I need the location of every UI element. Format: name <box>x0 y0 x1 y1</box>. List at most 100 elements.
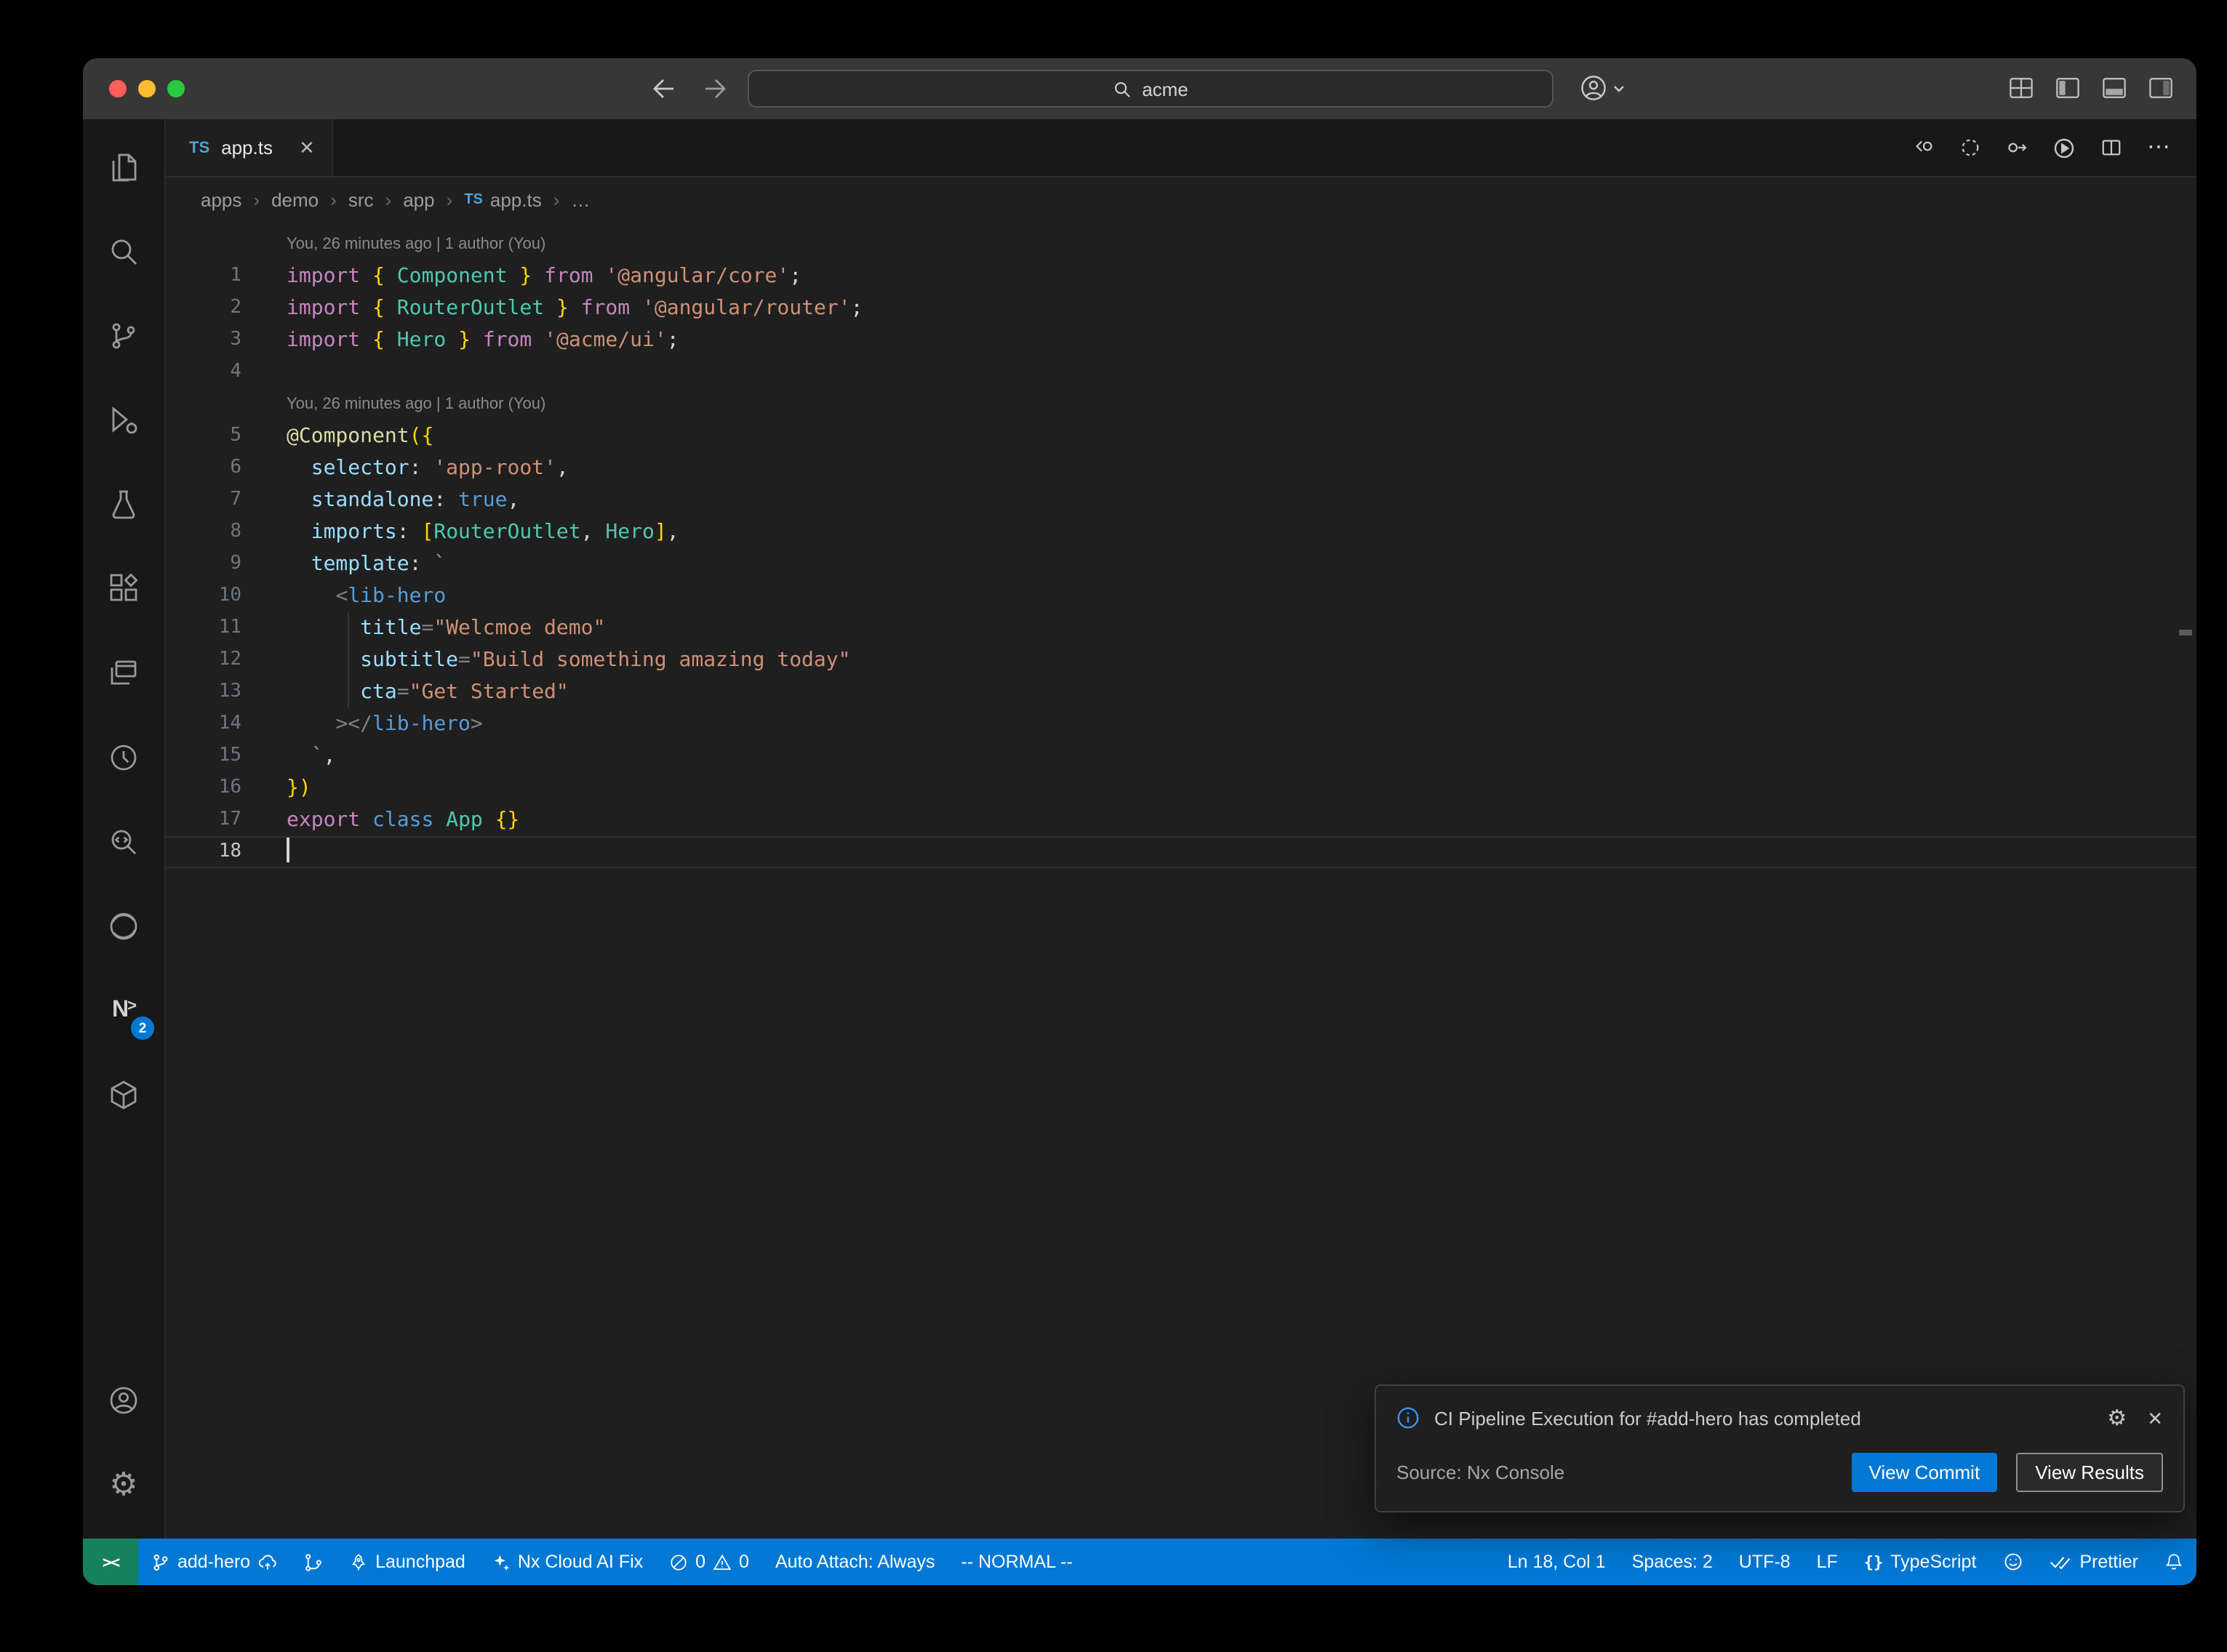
code-text[interactable]: import { Hero } from '@acme/ui'; <box>241 324 679 356</box>
line-number[interactable]: 18 <box>166 836 241 868</box>
line-number[interactable]: 17 <box>166 804 241 836</box>
line-number[interactable]: 14 <box>166 708 241 740</box>
open-graph-icon[interactable] <box>2006 137 2028 159</box>
run-file-icon[interactable] <box>2052 136 2076 159</box>
code-text[interactable]: subtitle="Build something amazing today" <box>241 644 851 676</box>
line-number[interactable]: 7 <box>166 484 241 516</box>
code-row[interactable]: 16}) <box>166 772 2196 804</box>
navigate-back-icon[interactable] <box>652 79 675 99</box>
toggle-panel-icon[interactable] <box>2102 77 2127 99</box>
code-text[interactable]: template: ` <box>241 548 446 580</box>
split-editor-icon[interactable] <box>2100 137 2122 159</box>
remote-indicator[interactable]: >< <box>83 1539 138 1585</box>
compare-revision-icon[interactable] <box>1959 137 1981 159</box>
notifications-bell-button[interactable] <box>2151 1539 2196 1585</box>
line-number[interactable]: 2 <box>166 292 241 324</box>
code-row[interactable]: 12 subtitle="Build something amazing tod… <box>166 644 2196 676</box>
view-results-button[interactable]: View Results <box>2016 1453 2163 1492</box>
code-row[interactable]: 3import { Hero } from '@acme/ui'; <box>166 324 2196 356</box>
container-tools-icon[interactable] <box>89 1053 159 1137</box>
line-number[interactable]: 1 <box>166 260 241 292</box>
auto-attach-indicator[interactable]: Auto Attach: Always <box>762 1539 948 1585</box>
code-row[interactable]: 8 imports: [RouterOutlet, Hero], <box>166 516 2196 548</box>
breadcrumb-item[interactable]: demo <box>271 189 319 211</box>
close-tab-icon[interactable]: ✕ <box>299 136 315 159</box>
toggle-secondary-sidebar-icon[interactable] <box>2148 77 2173 99</box>
extensions-icon[interactable] <box>89 547 159 631</box>
code-text[interactable]: selector: 'app-root', <box>241 452 569 484</box>
code-text[interactable]: import { Component } from '@angular/core… <box>241 260 801 292</box>
cursor-position-indicator[interactable]: Ln 18, Col 1 <box>1495 1539 1619 1585</box>
code-text[interactable]: cta="Get Started" <box>241 676 569 708</box>
code-row[interactable]: 13 cta="Get Started" <box>166 676 2196 708</box>
notification-settings-icon[interactable]: ⚙ <box>2107 1407 2127 1429</box>
settings-gear-icon[interactable]: ⚙ <box>89 1443 159 1527</box>
search-view-icon[interactable] <box>89 209 159 294</box>
line-number[interactable]: 3 <box>166 324 241 356</box>
tab-app-ts[interactable]: TS app.ts ✕ <box>166 119 334 176</box>
breadcrumb-item[interactable]: app <box>403 189 434 211</box>
toggle-primary-sidebar-icon[interactable] <box>2055 77 2080 99</box>
run-debug-icon[interactable] <box>89 378 159 462</box>
branch-indicator[interactable]: add-hero <box>138 1539 291 1585</box>
line-number[interactable]: 4 <box>166 356 241 388</box>
nx-console-icon[interactable]: N> 2 <box>89 969 159 1053</box>
line-number[interactable] <box>166 388 241 420</box>
launchpad-button[interactable]: Launchpad <box>336 1539 479 1585</box>
code-text[interactable]: standalone: true, <box>241 484 519 516</box>
navigate-forward-icon[interactable] <box>704 79 727 99</box>
commit-graph-button[interactable] <box>291 1539 336 1585</box>
editor-pane[interactable]: You, 26 minutes ago | 1 author (You)1imp… <box>166 222 2196 1539</box>
code-row[interactable]: 7 standalone: true, <box>166 484 2196 516</box>
encoding-indicator[interactable]: UTF-8 <box>1726 1539 1804 1585</box>
code-row[interactable]: 2import { RouterOutlet } from '@angular/… <box>166 292 2196 324</box>
feedback-button[interactable] <box>1989 1539 2036 1585</box>
code-row[interactable]: 4 <box>166 356 2196 388</box>
breadcrumb-item[interactable]: apps <box>201 189 241 211</box>
code-row[interactable]: 18 <box>166 836 2196 868</box>
code-text[interactable]: import { RouterOutlet } from '@angular/r… <box>241 292 863 324</box>
line-number[interactable]: 16 <box>166 772 241 804</box>
line-number[interactable]: 11 <box>166 612 241 644</box>
code-text[interactable]: export class App {} <box>241 804 519 836</box>
code-text[interactable]: <lib-hero <box>241 580 446 612</box>
customize-layout-icon[interactable] <box>2009 77 2034 99</box>
code-text[interactable]: `, <box>241 740 335 772</box>
code-text[interactable]: imports: [RouterOutlet, Hero], <box>241 516 679 548</box>
eol-indicator[interactable]: LF <box>1804 1539 1851 1585</box>
breadcrumb-item[interactable]: src <box>348 189 374 211</box>
code-row[interactable]: 6 selector: 'app-root', <box>166 452 2196 484</box>
testing-icon[interactable] <box>89 462 159 547</box>
codelens-text[interactable]: You, 26 minutes ago | 1 author (You) <box>241 228 545 260</box>
zoom-window-button[interactable] <box>167 80 185 97</box>
code-text[interactable]: ></lib-hero> <box>241 708 483 740</box>
code-row[interactable]: 11 title="Welcmoe demo" <box>166 612 2196 644</box>
code-text[interactable] <box>241 836 289 868</box>
line-number[interactable]: 15 <box>166 740 241 772</box>
codelens-row[interactable]: You, 26 minutes ago | 1 author (You) <box>166 388 2196 420</box>
line-number[interactable]: 12 <box>166 644 241 676</box>
account-menu-button[interactable] <box>1580 74 1625 102</box>
code-row[interactable]: 9 template: ` <box>166 548 2196 580</box>
code-inspect-icon[interactable] <box>89 800 159 884</box>
line-number[interactable]: 10 <box>166 580 241 612</box>
close-window-button[interactable] <box>109 80 127 97</box>
accounts-icon[interactable] <box>89 1358 159 1443</box>
gitlens-icon[interactable] <box>89 715 159 800</box>
breadcrumb-item[interactable]: … <box>571 189 590 211</box>
code-row[interactable]: 10 <lib-hero <box>166 580 2196 612</box>
open-changes-icon[interactable] <box>1913 137 1935 159</box>
nx-cloud-fix-button[interactable]: Nx Cloud AI Fix <box>479 1539 656 1585</box>
code-text[interactable]: title="Welcmoe demo" <box>241 612 605 644</box>
code-text[interactable]: @Component({ <box>241 420 433 452</box>
line-number[interactable]: 9 <box>166 548 241 580</box>
explorer-icon[interactable] <box>89 125 159 209</box>
formatter-indicator[interactable]: Prettier <box>2036 1539 2151 1585</box>
language-mode-indicator[interactable]: {} TypeScript <box>1851 1539 1990 1585</box>
line-number[interactable]: 8 <box>166 516 241 548</box>
indentation-indicator[interactable]: Spaces: 2 <box>1619 1539 1726 1585</box>
code-row[interactable]: 15 `, <box>166 740 2196 772</box>
command-center-search[interactable]: acme <box>748 70 1554 108</box>
breadcrumb-item[interactable]: TSapp.ts <box>464 189 541 211</box>
code-row[interactable]: 17export class App {} <box>166 804 2196 836</box>
